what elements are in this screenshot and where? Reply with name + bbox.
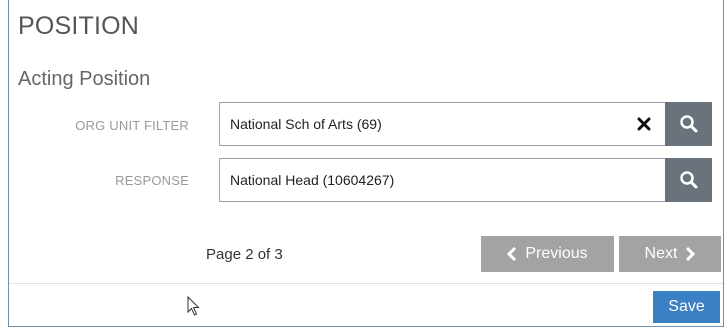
save-button[interactable]: Save	[653, 291, 720, 323]
mouse-pointer-icon	[187, 296, 200, 316]
chevron-left-icon	[507, 247, 517, 261]
footer-divider	[9, 283, 723, 284]
chevron-right-icon	[686, 247, 696, 261]
section-title: Acting Position	[18, 68, 151, 90]
next-button[interactable]: Next	[619, 236, 721, 272]
org-unit-filter-label: ORG UNIT FILTER	[75, 118, 189, 133]
org-unit-filter-input[interactable]: National Sch of Arts (69)	[219, 102, 667, 146]
search-icon	[679, 171, 697, 189]
response-input[interactable]: National Head (10604267)	[219, 158, 667, 202]
next-button-label: Next	[644, 245, 678, 262]
search-icon	[679, 115, 697, 133]
clear-org-unit-filter-button[interactable]	[633, 113, 655, 135]
org-unit-search-button[interactable]	[665, 102, 712, 146]
response-label: RESPONSE	[115, 173, 189, 188]
previous-button[interactable]: Previous	[481, 236, 614, 272]
previous-button-label: Previous	[525, 245, 588, 262]
response-value: National Head (10604267)	[230, 172, 395, 188]
position-panel: POSITION Acting Position ORG UNIT FILTER…	[8, 0, 724, 327]
page-indicator: Page 2 of 3	[206, 246, 283, 263]
response-search-button[interactable]	[665, 158, 712, 202]
close-icon	[637, 117, 651, 131]
org-unit-filter-value: National Sch of Arts (69)	[230, 116, 382, 132]
page-title: POSITION	[18, 12, 140, 40]
